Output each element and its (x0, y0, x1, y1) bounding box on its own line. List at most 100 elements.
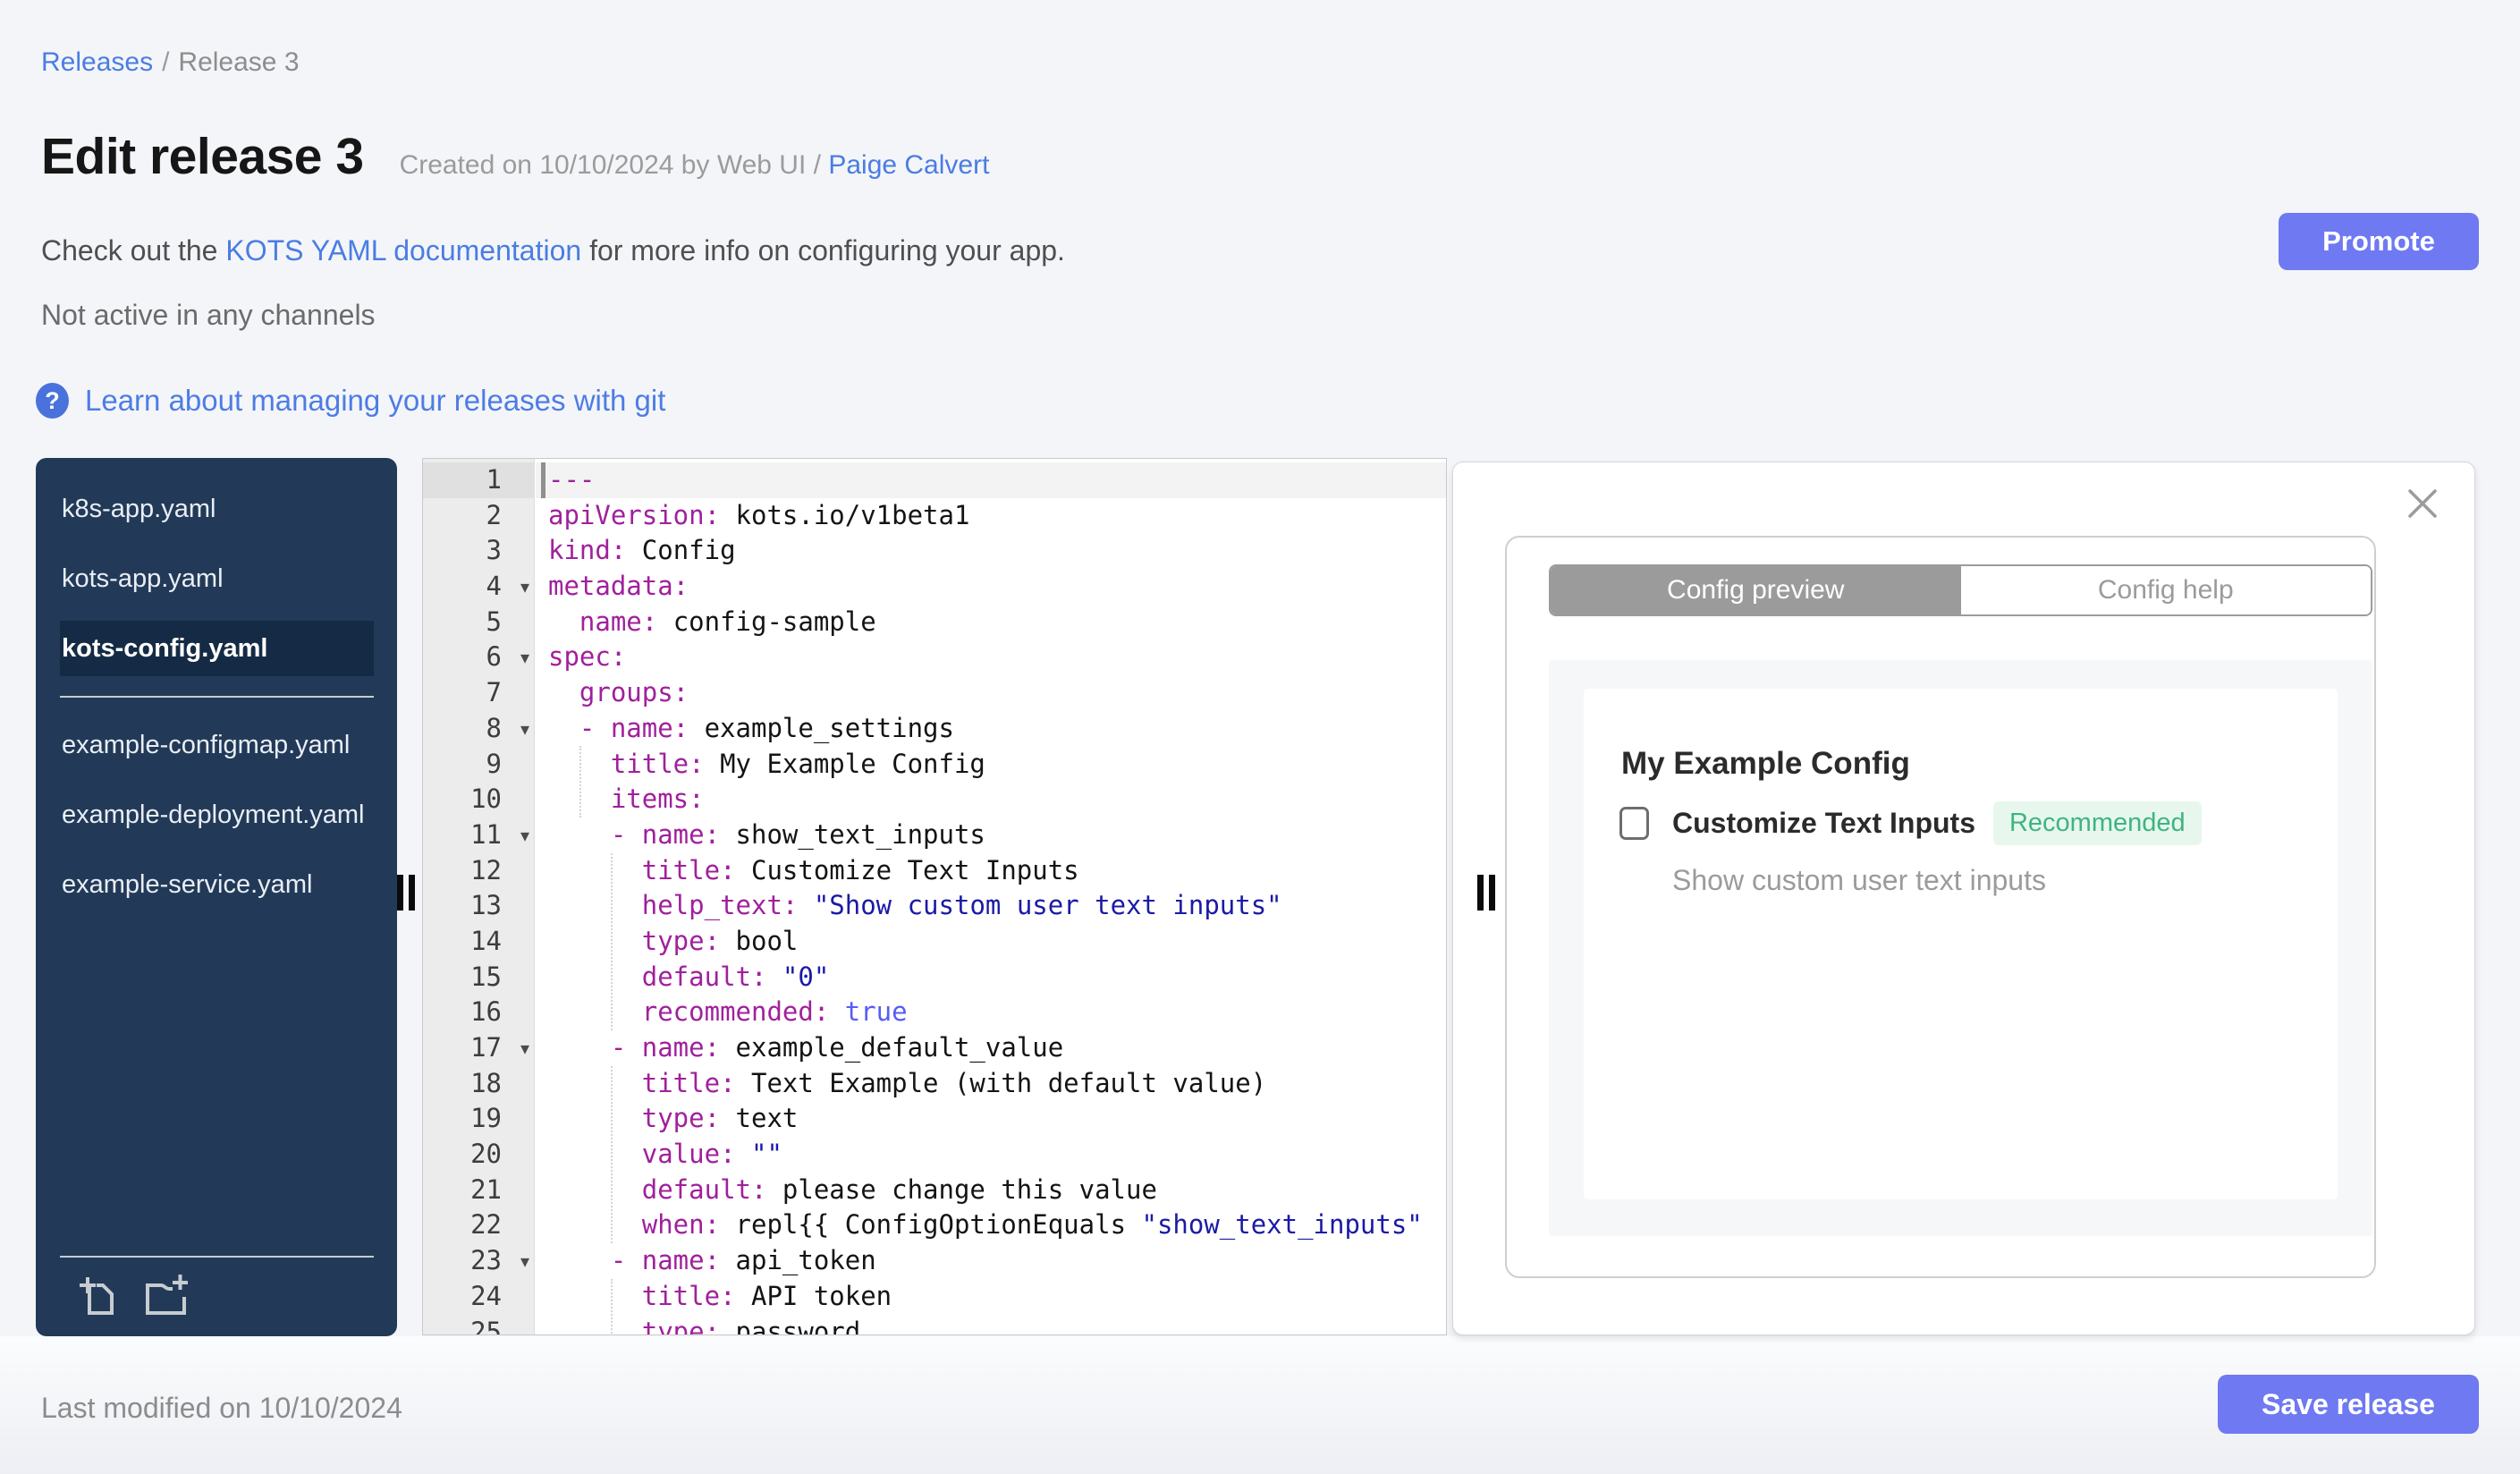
gutter-line-10[interactable]: 10 (423, 782, 535, 817)
code-line-19[interactable]: type: text (536, 1101, 1446, 1137)
gutter-line-1[interactable]: 1 (423, 462, 535, 498)
gutter-line-3[interactable]: 3 (423, 533, 535, 569)
breadcrumb-separator: / (162, 47, 170, 77)
gutter-line-23[interactable]: 23 ▾ (423, 1243, 535, 1279)
file-tree-sidebar: k8s-app.yaml kots-app.yaml kots-config.yam… (36, 458, 397, 1336)
config-group-card: My Example Config Customize Text Inputs … (1584, 689, 2338, 1199)
fold-arrow-icon[interactable]: ▾ (520, 640, 529, 676)
code-line-13[interactable]: help_text: "Show custom user text inputs… (536, 888, 1446, 924)
close-icon[interactable] (2405, 486, 2440, 521)
text-cursor (541, 462, 545, 498)
sidebar-file-example-deployment.yaml[interactable]: example-deployment.yaml (60, 787, 374, 843)
code-line-3[interactable]: kind: Config (536, 533, 1446, 569)
code-line-1[interactable]: --- (536, 462, 1446, 498)
recommended-badge: Recommended (1992, 801, 2202, 845)
sidebar-file-k8s-app.yaml[interactable]: k8s-app.yaml (60, 481, 374, 537)
fold-arrow-icon[interactable]: ▾ (520, 570, 529, 606)
gutter-line-15[interactable]: 15 (423, 960, 535, 995)
question-circle-icon: ? (36, 383, 69, 419)
sidebar-bottom-toolbar (36, 1256, 397, 1336)
docs-suffix: for more info on configuring your app. (581, 234, 1065, 267)
git-releases-help-link[interactable]: Learn about managing your releases with … (85, 384, 665, 418)
preview-tab-group: Config preview Config help (1549, 564, 2372, 616)
gutter-line-22[interactable]: 22 (423, 1207, 535, 1243)
gutter-line-14[interactable]: 14 (423, 924, 535, 960)
gutter-line-4[interactable]: 4 ▾ (423, 569, 535, 605)
code-line-14[interactable]: type: bool (536, 924, 1446, 960)
code-line-16[interactable]: recommended: true (536, 995, 1446, 1030)
sidebar-resize-handle[interactable] (397, 875, 415, 911)
fold-arrow-icon[interactable]: ▾ (520, 712, 529, 748)
code-line-5[interactable]: name: config-sample (536, 605, 1446, 640)
gutter-line-12[interactable]: 12 (423, 853, 535, 889)
gutter-line-25[interactable]: 25 (423, 1315, 535, 1335)
preview-body: My Example Config Customize Text Inputs … (1549, 660, 2372, 1236)
gutter-line-21[interactable]: 21 (423, 1173, 535, 1208)
gutter-line-2[interactable]: 2 (423, 498, 535, 534)
gutter-line-18[interactable]: 18 (423, 1066, 535, 1102)
code-line-4[interactable]: metadata: (536, 569, 1446, 605)
config-item-label: Customize Text Inputs (1672, 807, 1975, 839)
code-line-21[interactable]: default: please change this value (536, 1173, 1446, 1208)
gutter-line-19[interactable]: 19 (423, 1101, 535, 1137)
gutter-line-8[interactable]: 8 ▾ (423, 711, 535, 747)
code-line-24[interactable]: title: API token (536, 1279, 1446, 1315)
code-line-7[interactable]: groups: (536, 675, 1446, 711)
author-link[interactable]: Paige Calvert (828, 150, 989, 180)
breadcrumb-current: Release 3 (178, 47, 300, 77)
config-preview-panel: Config preview Config help My Example Con… (1452, 462, 2475, 1335)
gutter-line-20[interactable]: 20 (423, 1137, 535, 1173)
indent-guide (611, 853, 613, 1030)
sidebar-file-kots-config.yaml[interactable]: kots-config.yaml (60, 621, 374, 676)
fold-arrow-icon[interactable]: ▾ (520, 818, 529, 854)
page-title: Edit release 3 (41, 128, 364, 185)
gutter-line-7[interactable]: 7 (423, 675, 535, 711)
customize-text-inputs-checkbox[interactable] (1619, 807, 1649, 840)
created-on-text: Created on 10/10/2024 by Web UI / Paige … (400, 150, 990, 181)
code-line-17[interactable]: - name: example_default_value (536, 1030, 1446, 1066)
sidebar-file-example-service.yaml[interactable]: example-service.yaml (60, 857, 374, 912)
tab-config-preview[interactable]: Config preview (1551, 566, 1961, 614)
code-line-20[interactable]: value: "" (536, 1137, 1446, 1173)
gutter-line-11[interactable]: 11 ▾ (423, 817, 535, 853)
gutter-line-13[interactable]: 13 (423, 888, 535, 924)
breadcrumb: Releases / Release 3 (41, 47, 300, 79)
code-line-11[interactable]: - name: show_text_inputs (536, 817, 1446, 853)
code-line-8[interactable]: - name: example_settings (536, 711, 1446, 747)
editor-gutter: 1 2 3 4 ▾ 5 6 ▾ 7 8 ▾ 9 10 11 ▾ 12 13 14 15 16 17 ▾ 18 19 20 21 22… (423, 459, 535, 1334)
gutter-line-5[interactable]: 5 (423, 605, 535, 640)
fold-arrow-icon[interactable]: ▾ (520, 1244, 529, 1280)
code-line-23[interactable]: - name: api_token (536, 1243, 1446, 1279)
code-line-22[interactable]: when: repl{{ ConfigOptionEquals "show_te… (536, 1207, 1446, 1243)
breadcrumb-releases-link[interactable]: Releases (41, 47, 153, 77)
fold-arrow-icon[interactable]: ▾ (520, 1031, 529, 1067)
preview-resize-handle[interactable] (1477, 875, 1495, 911)
yaml-code-editor[interactable]: 1 2 3 4 ▾ 5 6 ▾ 7 8 ▾ 9 10 11 ▾ 12 13 14 15 16 17 ▾ 18 19 20 21 22… (422, 458, 1447, 1335)
save-release-button[interactable]: Save release (2218, 1375, 2479, 1434)
config-item-help-text: Show custom user text inputs (1672, 864, 2046, 896)
new-folder-icon[interactable] (141, 1272, 190, 1317)
gutter-line-9[interactable]: 9 (423, 747, 535, 783)
code-line-12[interactable]: title: Customize Text Inputs (536, 853, 1446, 889)
tab-config-help[interactable]: Config help (1960, 566, 2371, 614)
code-line-25[interactable]: type: password (536, 1315, 1446, 1335)
gutter-line-16[interactable]: 16 (423, 995, 535, 1030)
new-file-icon[interactable] (77, 1272, 116, 1317)
kots-yaml-docs-link[interactable]: KOTS YAML documentation (225, 234, 581, 267)
last-modified-text: Last modified on 10/10/2024 (41, 1392, 402, 1424)
config-group-title: My Example Config (1621, 746, 1910, 781)
code-line-6[interactable]: spec: (536, 640, 1446, 675)
sidebar-file-example-configmap.yaml[interactable]: example-configmap.yaml (60, 717, 374, 773)
code-line-18[interactable]: title: Text Example (with default value) (536, 1066, 1446, 1102)
gutter-line-17[interactable]: 17 ▾ (423, 1030, 535, 1066)
code-line-10[interactable]: items: (536, 782, 1446, 817)
code-line-15[interactable]: default: "0" (536, 960, 1446, 995)
gutter-line-6[interactable]: 6 ▾ (423, 640, 535, 675)
promote-button[interactable]: Promote (2279, 213, 2479, 270)
code-line-9[interactable]: title: My Example Config (536, 747, 1446, 783)
sidebar-file-kots-app.yaml[interactable]: kots-app.yaml (60, 551, 374, 606)
code-line-2[interactable]: apiVersion: kots.io/v1beta1 (536, 498, 1446, 534)
created-on-prefix: Created on 10/10/2024 by Web UI / (399, 150, 829, 180)
gutter-line-24[interactable]: 24 (423, 1279, 535, 1315)
indent-guide (611, 1279, 613, 1334)
